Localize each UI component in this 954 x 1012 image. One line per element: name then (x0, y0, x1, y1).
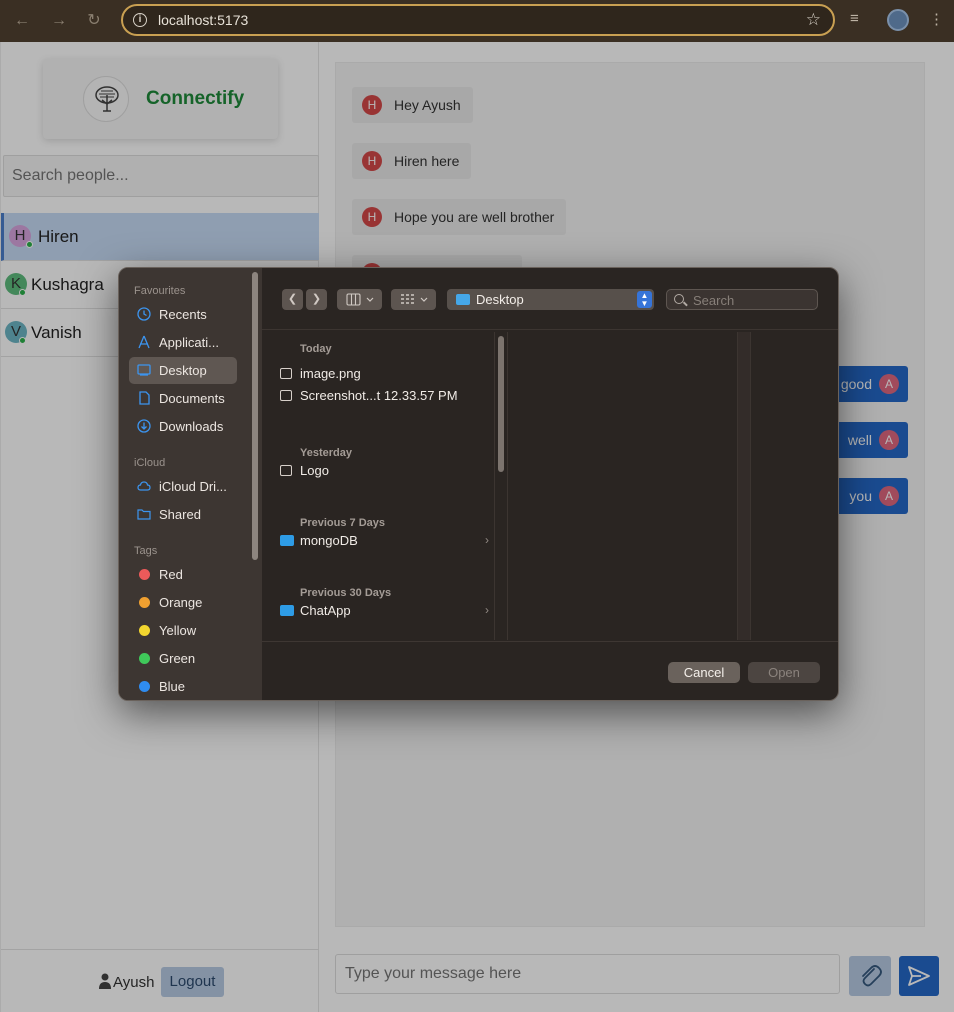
file-name: Logo (300, 463, 329, 478)
icloud-heading: iCloud (134, 457, 166, 469)
sidebar-item-label: Desktop (159, 363, 207, 378)
forward-nav-button[interactable]: ❯ (306, 289, 327, 310)
column-divider[interactable] (737, 332, 751, 640)
shared-folder-icon (137, 509, 151, 520)
cancel-button[interactable]: Cancel (668, 662, 740, 683)
search-icon-handle (683, 301, 688, 307)
group-header-yesterday: Yesterday (300, 447, 352, 459)
up-down-chevron-icon: ▲ ▼ (637, 291, 652, 308)
sidebar-item-label: Downloads (159, 419, 224, 434)
image-file-icon (280, 368, 292, 379)
group-header-previous-7-days: Previous 7 Days (300, 517, 385, 529)
tag-dot-icon (139, 569, 150, 580)
file-name: image.png (300, 366, 361, 381)
sidebar-item-label: iCloud Dri... (159, 479, 227, 494)
dialog-search-field[interactable]: Search (666, 289, 818, 310)
back-nav-button[interactable]: ❮ (282, 289, 303, 310)
download-icon (137, 419, 151, 433)
chevron-right-icon: › (485, 603, 489, 617)
tag-dot-icon (139, 653, 150, 664)
chevron-right-icon: ❯ (311, 293, 322, 305)
view-mode-button[interactable] (337, 289, 382, 310)
menu-dots-icon[interactable]: ⋮ (929, 10, 944, 28)
folder-row[interactable]: ChatApp › (280, 601, 495, 623)
clock-icon (137, 307, 151, 321)
applications-icon (138, 335, 150, 349)
folder-icon (456, 294, 470, 305)
reading-list-icon[interactable]: ≡ (850, 10, 859, 27)
scrollbar-thumb[interactable] (498, 336, 504, 472)
image-file-icon (280, 465, 292, 476)
screenshot-file-icon (280, 390, 292, 401)
back-icon[interactable]: ← (10, 9, 34, 33)
favourites-heading: Favourites (134, 285, 186, 297)
tag-label: Yellow (159, 623, 197, 638)
site-info-icon[interactable]: i (133, 13, 147, 27)
address-bar[interactable]: i localhost:5173 ☆ (121, 4, 835, 36)
folder-row[interactable]: mongoDB › (280, 531, 495, 553)
location-label: Desktop (476, 292, 524, 307)
sidebar-item-desktop[interactable]: Desktop (129, 357, 237, 384)
dialog-footer: Cancel Open (262, 641, 838, 700)
tag-label: Red (159, 567, 183, 582)
chevron-right-icon: › (485, 533, 489, 547)
tag-dot-icon (139, 597, 150, 608)
open-button[interactable]: Open (748, 662, 820, 683)
tag-blue[interactable]: Blue (129, 673, 237, 700)
desktop-icon (137, 364, 151, 376)
folder-icon (280, 535, 294, 546)
search-placeholder: Search (693, 293, 735, 308)
sidebar-item-icloud-drive[interactable]: iCloud Dri... (129, 473, 237, 500)
file-row[interactable]: image.png (280, 364, 495, 386)
dialog-sidebar: Favourites Recents Applicati... Desktop … (119, 268, 262, 700)
file-name: Screenshot...t 12.33.57 PM (300, 388, 458, 403)
location-popup[interactable]: Desktop ▲ ▼ (447, 289, 654, 310)
group-by-button[interactable] (391, 289, 436, 310)
browser-toolbar: ← → ↻ i localhost:5173 ☆ ≡ ⋮ (0, 0, 954, 42)
tag-dot-icon (139, 681, 150, 692)
tag-label: Orange (159, 595, 203, 610)
url-text: localhost:5173 (158, 12, 249, 28)
tag-green[interactable]: Green (129, 645, 237, 672)
forward-icon[interactable]: → (47, 9, 71, 33)
file-list-column: Today image.png Screenshot...t 12.33.57 … (262, 331, 502, 641)
folder-name: mongoDB (300, 533, 358, 548)
sidebar-item-label: Recents (159, 307, 207, 322)
sidebar-item-downloads[interactable]: Downloads (129, 413, 237, 440)
file-picker-dialog: Favourites Recents Applicati... Desktop … (118, 267, 839, 701)
tag-red[interactable]: Red (129, 561, 237, 588)
group-header-previous-30-days: Previous 30 Days (300, 587, 392, 599)
folder-name: ChatApp (300, 603, 351, 618)
sidebar-item-applications[interactable]: Applicati... (129, 329, 237, 356)
sidebar-item-recents[interactable]: Recents (129, 301, 237, 328)
file-row[interactable]: Screenshot...t 12.33.57 PM (280, 386, 495, 408)
tag-orange[interactable]: Orange (129, 589, 237, 616)
tag-label: Blue (159, 679, 186, 694)
tags-heading: Tags (134, 545, 158, 557)
sidebar-item-label: Shared (159, 507, 201, 522)
file-row[interactable]: Logo (280, 461, 495, 483)
column-scrollbar[interactable] (494, 332, 508, 640)
tag-yellow[interactable]: Yellow (129, 617, 237, 644)
bookmark-star-icon[interactable]: ☆ (806, 10, 821, 30)
document-icon (139, 391, 150, 405)
profile-avatar[interactable] (887, 9, 909, 31)
grid-group-icon (401, 294, 428, 304)
columns-view-icon (346, 293, 374, 306)
sidebar-item-label: Documents (159, 391, 225, 406)
dialog-toolbar: ❮ ❯ Desktop ▲ ▼ Search (262, 268, 838, 330)
sidebar-item-label: Applicati... (159, 335, 219, 350)
cloud-icon (137, 481, 151, 491)
sidebar-item-documents[interactable]: Documents (129, 385, 237, 412)
chevron-left-icon: ❮ (287, 293, 298, 305)
reload-icon[interactable]: ↻ (82, 9, 106, 33)
sidebar-scrollbar[interactable] (252, 272, 258, 560)
tag-dot-icon (139, 625, 150, 636)
group-header-today: Today (300, 343, 332, 355)
folder-icon (280, 605, 294, 616)
sidebar-item-shared[interactable]: Shared (129, 501, 237, 528)
tag-label: Green (159, 651, 196, 666)
